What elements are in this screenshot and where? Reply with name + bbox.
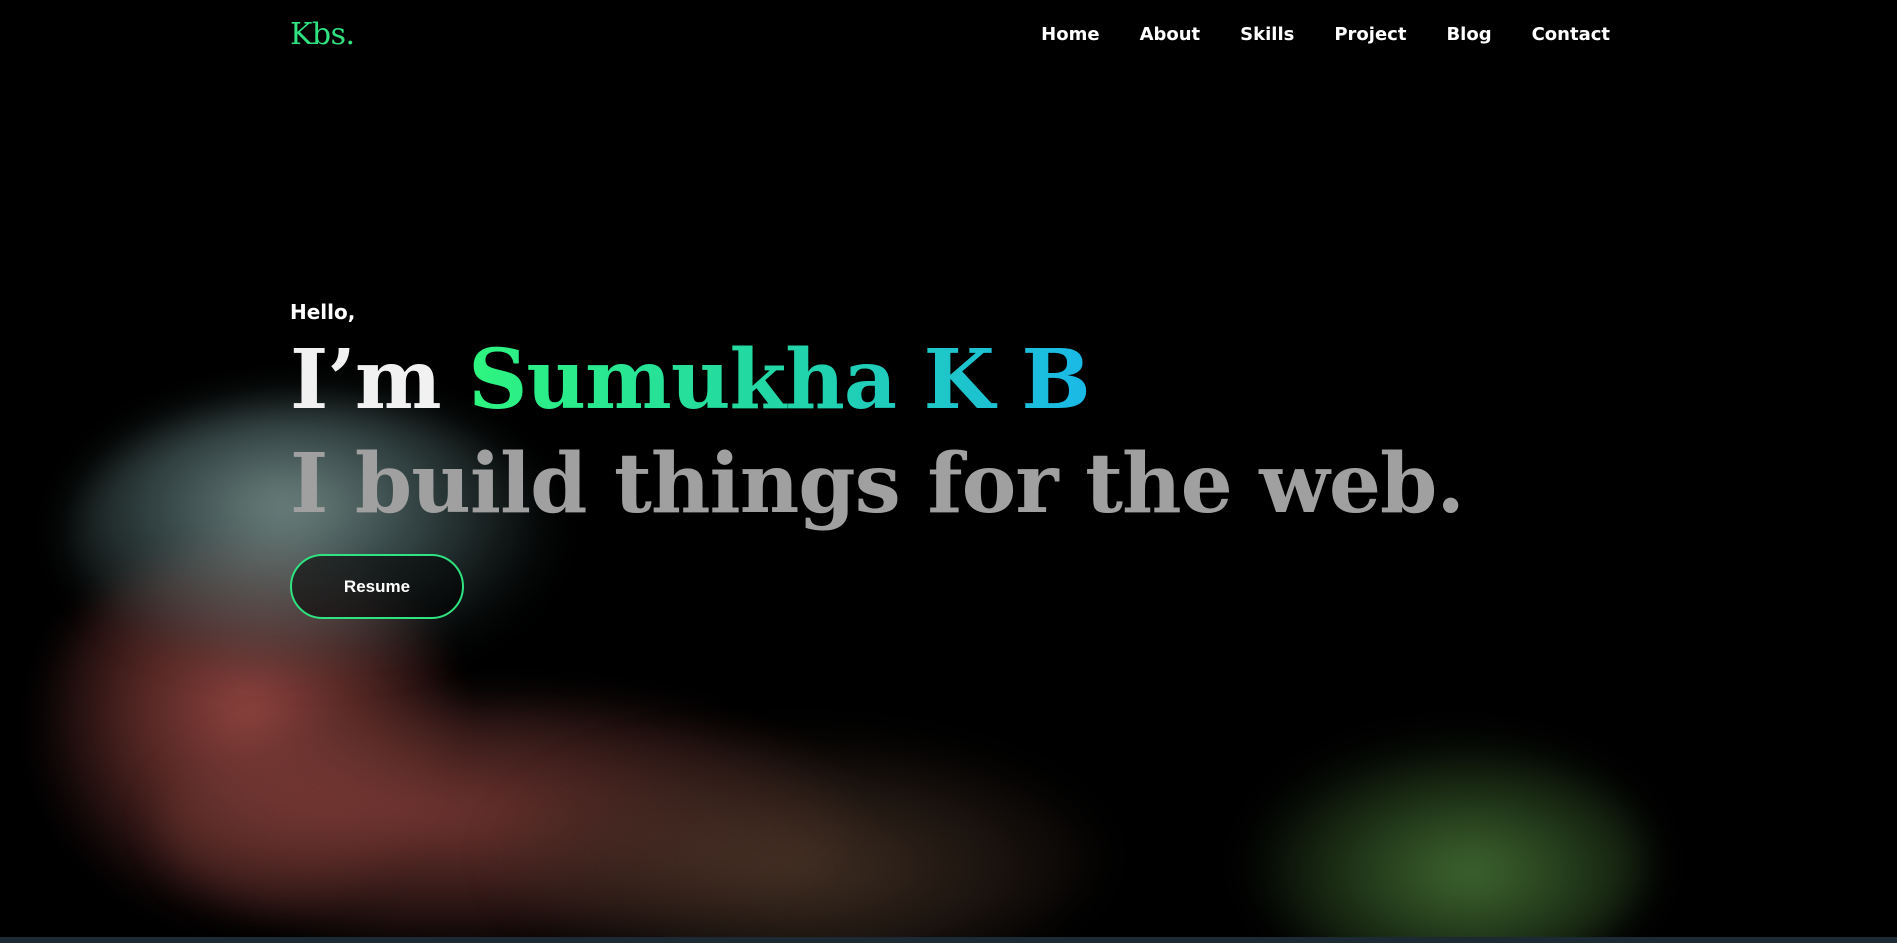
navbar: Kbs. Home About Skills Project Blog Cont… xyxy=(0,0,1897,72)
hero-intro-prefix: I’m xyxy=(290,332,469,428)
hero-tagline: I build things for the web. xyxy=(290,436,1465,532)
hero-headline: I’m Sumukha K B xyxy=(290,330,1464,430)
nav-item-home[interactable]: Home xyxy=(1041,24,1099,45)
nav-item-project[interactable]: Project xyxy=(1334,24,1406,45)
page: Kbs. Home About Skills Project Blog Cont… xyxy=(0,0,1897,943)
bottom-strip xyxy=(0,937,1897,943)
hero-name: Sumukha K B xyxy=(468,332,1090,428)
hero-greeting: Hello, xyxy=(290,300,356,324)
hero-section: Hello, I’m Sumukha K B I build things fo… xyxy=(290,300,1465,619)
smoke-brown-cloud xyxy=(500,740,1100,943)
logo[interactable]: Kbs. xyxy=(290,17,355,52)
smoke-red-cloud-lower xyxy=(160,700,860,943)
nav-item-about[interactable]: About xyxy=(1140,24,1201,45)
nav-item-contact[interactable]: Contact xyxy=(1532,24,1610,45)
nav-item-skills[interactable]: Skills xyxy=(1240,24,1294,45)
nav-item-blog[interactable]: Blog xyxy=(1446,24,1491,45)
resume-button[interactable]: Resume xyxy=(290,554,464,619)
nav-links: Home About Skills Project Blog Contact xyxy=(1041,24,1610,45)
smoke-green-cloud xyxy=(1250,740,1650,943)
